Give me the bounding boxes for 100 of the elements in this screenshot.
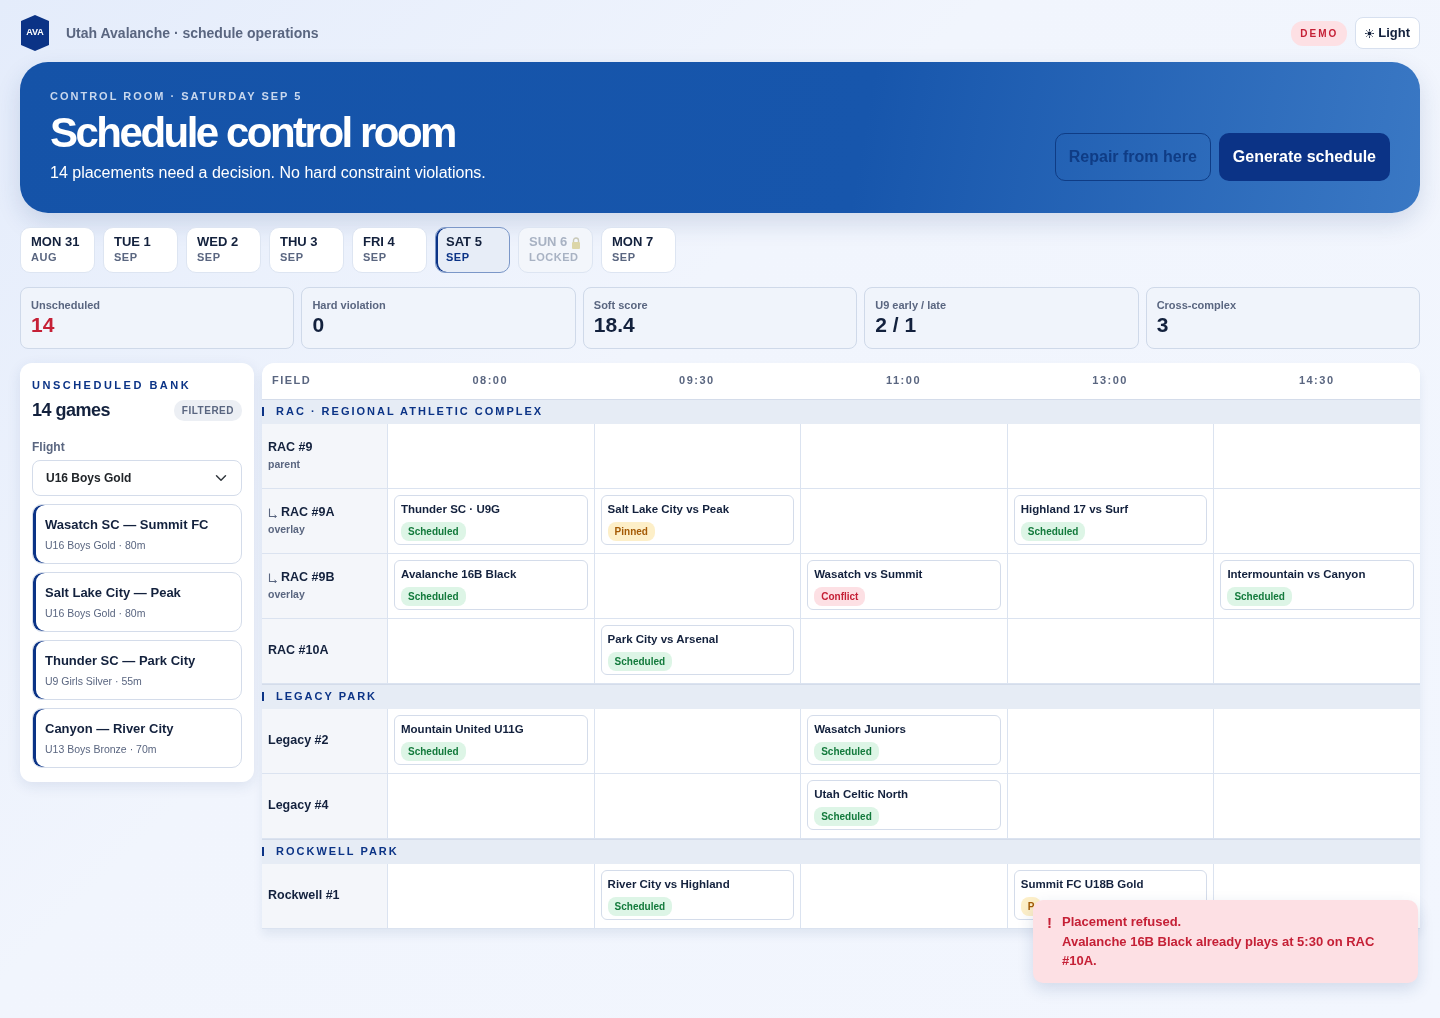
stat-label: Soft score — [593, 297, 649, 313]
slot-cell[interactable]: Wasatch Juniors Scheduled — [800, 708, 1007, 774]
game-title: Intermountain vs Canyon — [1227, 566, 1367, 582]
slot-cell[interactable] — [593, 773, 801, 839]
slot-cell[interactable]: Thunder SC · U9G Scheduled — [387, 488, 594, 554]
day-tab[interactable]: WED 2 SEP — [186, 226, 261, 273]
game-title: Avalanche 16B Black — [401, 566, 518, 582]
slot-cell[interactable]: Intermountain vs Canyon Scheduled — [1213, 553, 1420, 619]
game-title: Salt Lake City — Peak — [45, 584, 182, 603]
slot-cell[interactable] — [800, 488, 1007, 554]
slot-cell[interactable]: Highland 17 vs Surf Scheduled — [1006, 488, 1214, 554]
game-card[interactable]: Intermountain vs Canyon Scheduled — [1220, 559, 1414, 610]
hero-title: Schedule control room — [50, 110, 456, 155]
game-title: Wasatch vs Summit — [814, 566, 924, 582]
status-badge: Scheduled — [607, 651, 673, 671]
status-badge: Scheduled — [401, 741, 466, 761]
slot-cell[interactable]: Wasatch vs Summit Conflict — [800, 553, 1007, 619]
game-card[interactable]: Salt Lake City vs Peak Pinned — [600, 494, 795, 545]
game-card[interactable]: River City vs Highland Scheduled — [600, 869, 795, 920]
slot-cell[interactable]: River City vs Highland Scheduled — [593, 863, 801, 929]
demo-badge: DEMO — [1291, 20, 1348, 46]
status-badge: Scheduled — [814, 806, 879, 826]
sun-icon — [1365, 28, 1375, 38]
stat-label: Unscheduled — [31, 297, 102, 313]
slot-cell[interactable]: Salt Lake City vs Peak Pinned — [593, 488, 801, 554]
status-badge: Conflict — [814, 586, 866, 606]
game-card[interactable]: Utah Celtic North Scheduled — [807, 779, 1001, 830]
status-badge: Scheduled — [607, 896, 673, 916]
unscheduled-game-card[interactable]: Salt Lake City — Peak U16 Boys Gold · 80m — [32, 572, 242, 633]
slot-cell[interactable]: Utah Celtic North Scheduled — [800, 773, 1007, 839]
slot-cell[interactable] — [1006, 423, 1214, 489]
slot-cell[interactable] — [593, 708, 801, 774]
unscheduled-game-card[interactable]: Wasatch SC — Summit FC U16 Boys Gold · 80m — [32, 504, 242, 565]
game-card[interactable]: Highland 17 vs Surf Scheduled — [1013, 494, 1208, 545]
day-tab[interactable]: MON 7 SEP — [601, 226, 676, 273]
field-role: overlay — [268, 522, 306, 538]
unscheduled-game-card[interactable]: Thunder SC — Park City U9 Girls Silver · 55m — [32, 640, 242, 701]
field-name: Legacy #2 — [268, 732, 329, 750]
slot-cell[interactable] — [387, 618, 594, 684]
overlay-arrow-icon — [268, 572, 278, 583]
game-card[interactable]: Wasatch vs Summit Conflict — [807, 559, 1001, 610]
theme-toggle-button[interactable]: Light — [1355, 17, 1420, 49]
day-tab[interactable]: MON 31 AUG — [20, 226, 95, 273]
game-title: Utah Celtic North — [814, 786, 910, 802]
slot-cell[interactable] — [1213, 708, 1420, 774]
game-meta: U9 Girls Silver · 55m — [45, 674, 142, 687]
slot-cell[interactable] — [1006, 618, 1214, 684]
field-name: Legacy #4 — [268, 797, 329, 815]
day-tab[interactable]: FRI 4 SEP — [352, 226, 427, 273]
unscheduled-game-card[interactable]: Canyon — River City U13 Boys Bronze · 70m — [32, 708, 242, 769]
app-title: Utah Avalanche · schedule operations — [66, 23, 319, 43]
hero-subtitle: 14 placements need a decision. No hard constraint violations. — [50, 162, 486, 183]
stat-label: Cross-complex — [1156, 297, 1238, 313]
section-title: RAC · REGIONAL ATHLETIC COMPLEX — [276, 404, 544, 420]
slot-cell[interactable] — [387, 863, 594, 929]
slot-cell[interactable] — [593, 423, 801, 489]
game-meta: U16 Boys Gold · 80m — [45, 538, 146, 551]
game-card[interactable]: Park City vs Arsenal Scheduled — [600, 624, 795, 675]
slot-cell[interactable] — [1213, 488, 1420, 554]
game-title: Highland 17 vs Surf — [1020, 501, 1130, 517]
overlay-arrow-icon — [268, 507, 278, 518]
slot-cell[interactable] — [1006, 708, 1214, 774]
logo: AVA — [20, 14, 50, 52]
slot-cell[interactable] — [1213, 423, 1420, 489]
slot-cell[interactable] — [387, 773, 594, 839]
stat-label: Hard violation — [312, 297, 387, 313]
slot-cell[interactable] — [1213, 618, 1420, 684]
hero-eyebrow: CONTROL ROOM · SATURDAY SEP 5 — [50, 89, 304, 104]
game-title: Summit FC U18B Gold — [1020, 876, 1145, 892]
slot-cell[interactable] — [1213, 773, 1420, 839]
game-title: River City vs Highland — [607, 876, 731, 892]
slot-cell[interactable] — [593, 553, 801, 619]
bank-eyebrow: UNSCHEDULED BANK — [32, 377, 193, 393]
game-card[interactable]: Avalanche 16B Black Scheduled — [394, 559, 588, 610]
slot-cell[interactable]: Avalanche 16B Black Scheduled — [387, 553, 594, 619]
game-card[interactable]: Thunder SC · U9G Scheduled — [394, 494, 588, 545]
game-title: Park City vs Arsenal — [607, 631, 720, 647]
slot-cell[interactable]: Park City vs Arsenal Scheduled — [593, 618, 801, 684]
column-header: FIELD — [271, 373, 313, 389]
game-card[interactable]: Wasatch Juniors Scheduled — [807, 714, 1001, 765]
slot-cell[interactable] — [1006, 773, 1214, 839]
day-tab[interactable]: THU 3 SEP — [269, 226, 344, 273]
day-tab[interactable]: SAT 5 SEP — [435, 226, 510, 273]
stat-value: 18.4 — [593, 313, 636, 337]
game-title: Wasatch SC — Summit FC — [45, 516, 210, 535]
generate-button[interactable]: Generate schedule — [1218, 132, 1390, 181]
stat-value: 0 — [312, 313, 326, 337]
day-tab[interactable]: TUE 1 SEP — [103, 226, 178, 273]
flight-select[interactable]: U16 Boys Gold — [32, 460, 242, 497]
slot-cell[interactable] — [800, 863, 1007, 929]
section-title: ROCKWELL PARK — [276, 844, 399, 860]
slot-cell[interactable] — [800, 618, 1007, 684]
game-card[interactable]: Mountain United U11G Scheduled — [394, 714, 588, 765]
slot-cell[interactable] — [1006, 553, 1214, 619]
field-name: RAC #10A — [268, 642, 329, 660]
slot-cell[interactable] — [800, 423, 1007, 489]
slot-cell[interactable] — [387, 423, 594, 489]
field-name: RAC #9B — [281, 569, 335, 587]
column-header: 14:30 — [1297, 373, 1336, 389]
slot-cell[interactable]: Mountain United U11G Scheduled — [387, 708, 594, 774]
